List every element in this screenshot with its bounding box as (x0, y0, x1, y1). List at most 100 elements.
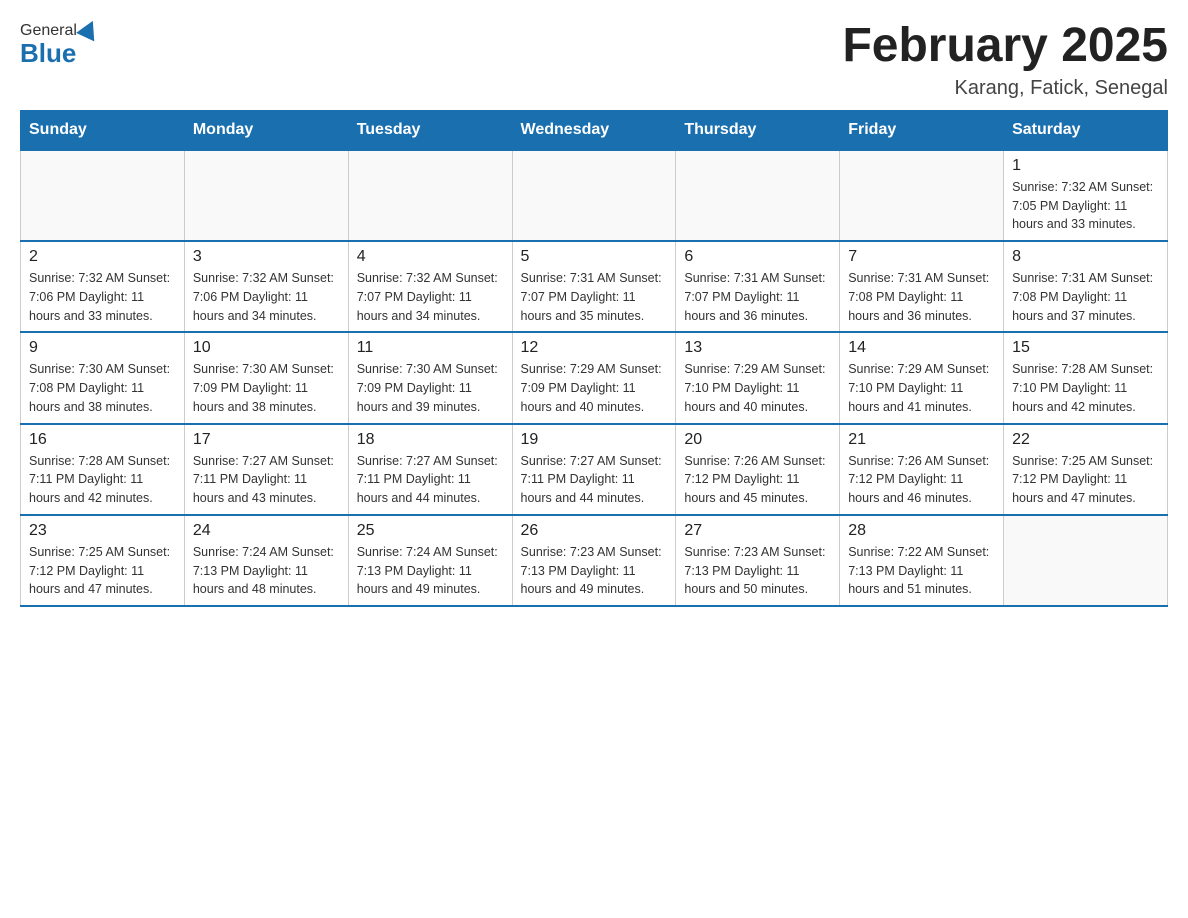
calendar-cell (676, 150, 840, 241)
day-number: 17 (193, 431, 340, 449)
day-number: 18 (357, 431, 504, 449)
calendar-table: SundayMondayTuesdayWednesdayThursdayFrid… (20, 110, 1168, 607)
day-info: Sunrise: 7:23 AM Sunset: 7:13 PM Dayligh… (521, 543, 668, 599)
day-info: Sunrise: 7:29 AM Sunset: 7:10 PM Dayligh… (684, 360, 831, 416)
day-info: Sunrise: 7:28 AM Sunset: 7:11 PM Dayligh… (29, 452, 176, 508)
day-info: Sunrise: 7:32 AM Sunset: 7:06 PM Dayligh… (29, 269, 176, 325)
page-header: General Blue February 2025 Karang, Fatic… (20, 20, 1168, 100)
day-number: 20 (684, 431, 831, 449)
day-number: 5 (521, 248, 668, 266)
day-info: Sunrise: 7:27 AM Sunset: 7:11 PM Dayligh… (357, 452, 504, 508)
calendar-cell: 23 Sunrise: 7:25 AM Sunset: 7:12 PM Dayli… (21, 515, 185, 606)
day-number: 26 (521, 522, 668, 540)
calendar-cell: 16 Sunrise: 7:28 AM Sunset: 7:11 PM Dayli… (21, 424, 185, 515)
calendar-cell: 25 Sunrise: 7:24 AM Sunset: 7:13 PM Dayli… (348, 515, 512, 606)
day-info: Sunrise: 7:32 AM Sunset: 7:05 PM Dayligh… (1012, 178, 1159, 234)
calendar-cell: 21 Sunrise: 7:26 AM Sunset: 7:12 PM Dayli… (840, 424, 1004, 515)
calendar-cell: 14 Sunrise: 7:29 AM Sunset: 7:10 PM Dayli… (840, 332, 1004, 423)
day-header-wednesday: Wednesday (512, 110, 676, 150)
day-info: Sunrise: 7:31 AM Sunset: 7:07 PM Dayligh… (521, 269, 668, 325)
calendar-week-4: 16 Sunrise: 7:28 AM Sunset: 7:11 PM Dayli… (21, 424, 1168, 515)
day-info: Sunrise: 7:27 AM Sunset: 7:11 PM Dayligh… (521, 452, 668, 508)
day-info: Sunrise: 7:30 AM Sunset: 7:09 PM Dayligh… (357, 360, 504, 416)
day-number: 1 (1012, 157, 1159, 175)
calendar-cell: 1 Sunrise: 7:32 AM Sunset: 7:05 PM Daylig… (1004, 150, 1168, 241)
day-number: 10 (193, 339, 340, 357)
calendar-cell: 20 Sunrise: 7:26 AM Sunset: 7:12 PM Dayli… (676, 424, 840, 515)
calendar-week-1: 1 Sunrise: 7:32 AM Sunset: 7:05 PM Daylig… (21, 150, 1168, 241)
day-number: 23 (29, 522, 176, 540)
calendar-cell: 6 Sunrise: 7:31 AM Sunset: 7:07 PM Daylig… (676, 241, 840, 332)
day-info: Sunrise: 7:25 AM Sunset: 7:12 PM Dayligh… (29, 543, 176, 599)
day-number: 11 (357, 339, 504, 357)
calendar-week-5: 23 Sunrise: 7:25 AM Sunset: 7:12 PM Dayli… (21, 515, 1168, 606)
calendar-cell: 18 Sunrise: 7:27 AM Sunset: 7:11 PM Dayli… (348, 424, 512, 515)
calendar-cell: 10 Sunrise: 7:30 AM Sunset: 7:09 PM Dayli… (184, 332, 348, 423)
calendar-cell (348, 150, 512, 241)
day-number: 21 (848, 431, 995, 449)
day-header-saturday: Saturday (1004, 110, 1168, 150)
day-info: Sunrise: 7:29 AM Sunset: 7:10 PM Dayligh… (848, 360, 995, 416)
day-header-sunday: Sunday (21, 110, 185, 150)
day-info: Sunrise: 7:23 AM Sunset: 7:13 PM Dayligh… (684, 543, 831, 599)
day-number: 6 (684, 248, 831, 266)
calendar-cell: 9 Sunrise: 7:30 AM Sunset: 7:08 PM Daylig… (21, 332, 185, 423)
calendar-cell: 19 Sunrise: 7:27 AM Sunset: 7:11 PM Dayli… (512, 424, 676, 515)
calendar-cell: 24Sunrise: 7:24 AM Sunset: 7:13 PM Dayli… (184, 515, 348, 606)
title-section: February 2025 Karang, Fatick, Senegal (842, 20, 1168, 100)
day-number: 28 (848, 522, 995, 540)
day-info: Sunrise: 7:28 AM Sunset: 7:10 PM Dayligh… (1012, 360, 1159, 416)
day-header-friday: Friday (840, 110, 1004, 150)
calendar-cell: 27 Sunrise: 7:23 AM Sunset: 7:13 PM Dayli… (676, 515, 840, 606)
day-number: 14 (848, 339, 995, 357)
logo: General Blue (20, 20, 99, 69)
day-info: Sunrise: 7:24 AM Sunset: 7:13 PM Dayligh… (357, 543, 504, 599)
day-info: Sunrise: 7:30 AM Sunset: 7:09 PM Dayligh… (193, 360, 340, 416)
day-number: 15 (1012, 339, 1159, 357)
day-number: 25 (357, 522, 504, 540)
day-info: Sunrise: 7:32 AM Sunset: 7:07 PM Dayligh… (357, 269, 504, 325)
day-number: 3 (193, 248, 340, 266)
month-year-title: February 2025 (842, 20, 1168, 73)
day-info: Sunrise: 7:22 AM Sunset: 7:13 PM Dayligh… (848, 543, 995, 599)
calendar-week-2: 2Sunrise: 7:32 AM Sunset: 7:06 PM Daylig… (21, 241, 1168, 332)
day-number: 4 (357, 248, 504, 266)
day-number: 24 (193, 522, 340, 540)
day-number: 13 (684, 339, 831, 357)
day-info: Sunrise: 7:29 AM Sunset: 7:09 PM Dayligh… (521, 360, 668, 416)
day-info: Sunrise: 7:30 AM Sunset: 7:08 PM Dayligh… (29, 360, 176, 416)
calendar-cell: 22Sunrise: 7:25 AM Sunset: 7:12 PM Dayli… (1004, 424, 1168, 515)
day-number: 27 (684, 522, 831, 540)
calendar-cell (840, 150, 1004, 241)
calendar-cell: 12Sunrise: 7:29 AM Sunset: 7:09 PM Dayli… (512, 332, 676, 423)
calendar-cell: 3 Sunrise: 7:32 AM Sunset: 7:06 PM Daylig… (184, 241, 348, 332)
calendar-cell (1004, 515, 1168, 606)
calendar-cell: 5 Sunrise: 7:31 AM Sunset: 7:07 PM Daylig… (512, 241, 676, 332)
day-info: Sunrise: 7:26 AM Sunset: 7:12 PM Dayligh… (684, 452, 831, 508)
logo-blue-text: Blue (20, 38, 99, 69)
day-header-thursday: Thursday (676, 110, 840, 150)
day-info: Sunrise: 7:26 AM Sunset: 7:12 PM Dayligh… (848, 452, 995, 508)
calendar-cell: 4 Sunrise: 7:32 AM Sunset: 7:07 PM Daylig… (348, 241, 512, 332)
day-header-monday: Monday (184, 110, 348, 150)
day-info: Sunrise: 7:27 AM Sunset: 7:11 PM Dayligh… (193, 452, 340, 508)
calendar-header-row: SundayMondayTuesdayWednesdayThursdayFrid… (21, 110, 1168, 150)
calendar-cell (184, 150, 348, 241)
day-number: 22 (1012, 431, 1159, 449)
day-info: Sunrise: 7:32 AM Sunset: 7:06 PM Dayligh… (193, 269, 340, 325)
calendar-cell: 11 Sunrise: 7:30 AM Sunset: 7:09 PM Dayli… (348, 332, 512, 423)
location-text: Karang, Fatick, Senegal (842, 77, 1168, 100)
calendar-cell: 8 Sunrise: 7:31 AM Sunset: 7:08 PM Daylig… (1004, 241, 1168, 332)
day-header-tuesday: Tuesday (348, 110, 512, 150)
calendar-cell: 28 Sunrise: 7:22 AM Sunset: 7:13 PM Dayli… (840, 515, 1004, 606)
day-number: 16 (29, 431, 176, 449)
day-number: 19 (521, 431, 668, 449)
calendar-cell: 7Sunrise: 7:31 AM Sunset: 7:08 PM Daylig… (840, 241, 1004, 332)
calendar-week-3: 9 Sunrise: 7:30 AM Sunset: 7:08 PM Daylig… (21, 332, 1168, 423)
day-number: 9 (29, 339, 176, 357)
day-info: Sunrise: 7:31 AM Sunset: 7:07 PM Dayligh… (684, 269, 831, 325)
day-number: 8 (1012, 248, 1159, 266)
calendar-cell: 15 Sunrise: 7:28 AM Sunset: 7:10 PM Dayli… (1004, 332, 1168, 423)
day-info: Sunrise: 7:31 AM Sunset: 7:08 PM Dayligh… (1012, 269, 1159, 325)
calendar-cell: 13 Sunrise: 7:29 AM Sunset: 7:10 PM Dayli… (676, 332, 840, 423)
